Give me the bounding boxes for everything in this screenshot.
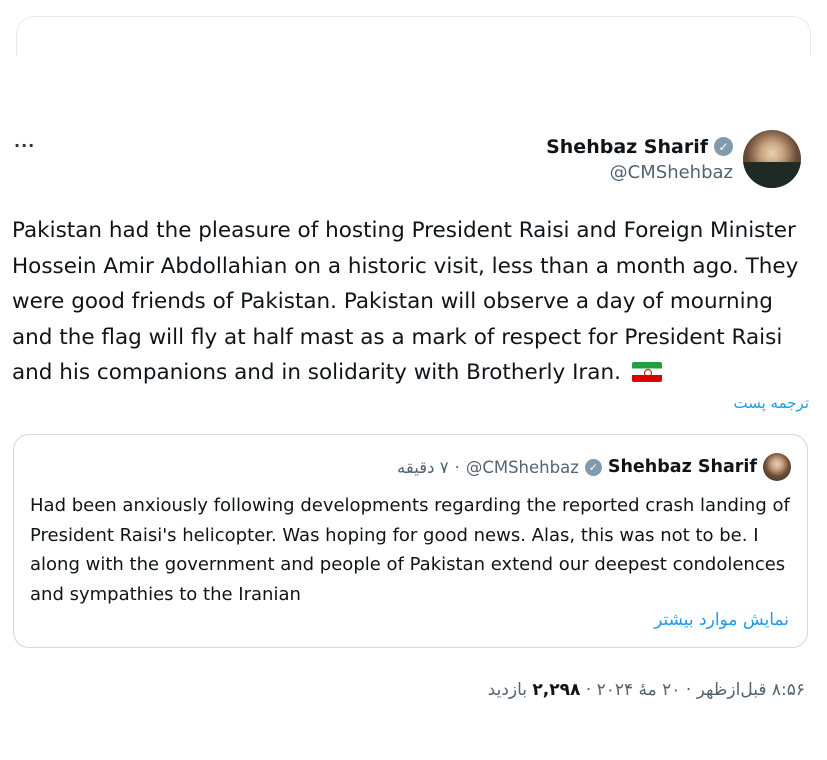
tweet-text: Pakistan had the pleasure of hosting Pre… [12,213,812,391]
iran-flag-icon [631,362,662,382]
tweet-time[interactable]: ۸:۵۶ قبل‌ازظهر [697,680,805,700]
quoted-tweet-card[interactable]: Shehbaz Sharif ✓ @CMShehbaz · ۷ دقیقه Ha… [13,434,808,648]
tweet-metadata: ۸:۵۶ قبل‌ازظهر · ۲۰ مهٔ ۲۰۲۴ · ۲,۲۹۸ باز… [488,680,805,700]
translate-post-link[interactable]: ترجمه پست [734,394,810,412]
author-names: Shehbaz Sharif ✓ @CMShehbaz [546,136,733,183]
meta-separator-1: · [680,680,697,700]
quoted-author-handle[interactable]: @CMShehbaz [466,458,579,477]
more-icon: ··· [14,136,36,155]
verified-badge-icon: ✓ [714,137,733,156]
tweet-date[interactable]: ۲۰ مهٔ ۲۰۲۴ [597,680,681,700]
separator-dot: · [454,457,460,477]
tweet-body: Pakistan had the pleasure of hosting Pre… [12,218,799,385]
meta-separator-2: · [580,680,597,700]
author-display-name[interactable]: Shehbaz Sharif [546,136,708,158]
views-count[interactable]: ۲,۲۹۸ [532,680,580,700]
quoted-verified-badge-icon: ✓ [584,458,602,476]
quoted-avatar[interactable] [763,453,791,481]
quoted-author-name[interactable]: Shehbaz Sharif [608,457,757,477]
avatar[interactable] [743,130,801,188]
name-row: Shehbaz Sharif ✓ [546,136,733,158]
show-more-link[interactable]: نمایش موارد بیشتر [654,610,789,630]
more-options-button[interactable]: ··· [14,136,35,155]
views-label: بازدید [487,680,533,700]
tweet-author[interactable]: Shehbaz Sharif ✓ @CMShehbaz [546,130,801,188]
previous-card-edge [16,16,811,56]
quoted-tweet-header: Shehbaz Sharif ✓ @CMShehbaz · ۷ دقیقه [397,453,791,481]
author-handle[interactable]: @CMShehbaz [546,162,733,183]
quoted-tweet-text: Had been anxiously following development… [30,495,790,605]
quoted-timestamp[interactable]: ۷ دقیقه [397,458,449,477]
